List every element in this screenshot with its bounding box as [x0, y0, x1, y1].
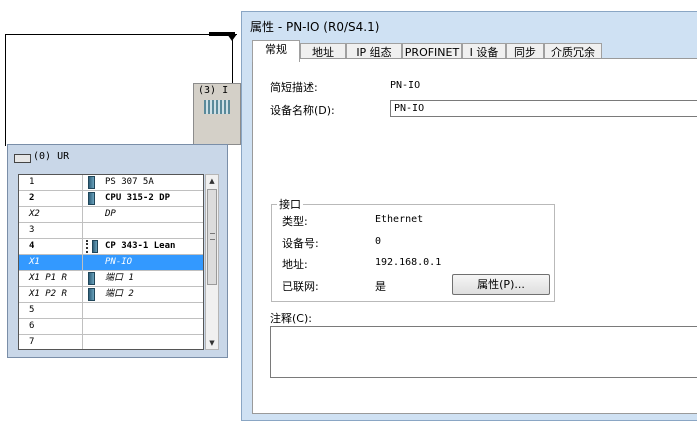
rack-module-cell: 端口 2	[83, 287, 203, 302]
rack-title: (0) UR	[33, 151, 70, 162]
module-icon	[88, 288, 95, 301]
rack-module-label: PN-IO	[105, 257, 133, 267]
rack-module-label: CPU 315-2 DP	[105, 193, 171, 203]
scroll-thumb[interactable]	[207, 189, 217, 285]
rack-slot-cell: 2	[19, 191, 83, 206]
rack-slot-cell: 5	[19, 303, 83, 318]
rack-slot-cell: 6	[19, 319, 83, 334]
rack-table[interactable]: 1 PS 307 5A 2 CPU 315-2 DP X2 DP 3 4 CP 343-1 Le…	[18, 174, 204, 350]
rack-slot-cell: 7	[19, 335, 83, 349]
rack-row[interactable]: 2 CPU 315-2 DP	[19, 191, 203, 207]
rack-row[interactable]: 1 PS 307 5A	[19, 175, 203, 191]
rack-slot-cell: X2	[19, 207, 83, 222]
rack-module-label: CP 343-1 Lean	[105, 241, 176, 251]
interface-group-title: 接口	[277, 196, 303, 212]
rack-scrollbar[interactable]: ▲ ▼	[205, 174, 219, 350]
rack-row[interactable]: X1 PN-IO	[19, 255, 203, 271]
rack-module-cell	[83, 335, 203, 349]
rack-slot-cell: 4	[19, 239, 83, 254]
rack-row[interactable]: X2 DP	[19, 207, 203, 223]
device-no-label: 设备号:	[282, 237, 319, 250]
type-value: Ethernet	[375, 214, 424, 225]
rack-module-cell: PN-IO	[83, 255, 203, 270]
rack-module-cell: CP 343-1 Lean	[83, 239, 203, 254]
rack-module-cell: CPU 315-2 DP	[83, 191, 203, 206]
rack-icon	[14, 154, 31, 163]
module-icon	[88, 272, 95, 285]
station-label: (3) I	[198, 85, 229, 96]
dialog-title: 属性 - PN-IO (R0/S4.1)	[250, 20, 380, 34]
network-line-vertical	[5, 34, 6, 146]
rack-module-label: DP	[105, 209, 116, 219]
short-desc-label: 简短描述:	[270, 81, 318, 94]
station-module-icon	[204, 100, 230, 114]
rack-row[interactable]: 5	[19, 303, 203, 319]
rack-module-label: PS 307 5A	[105, 177, 154, 187]
scroll-up-icon[interactable]: ▲	[206, 175, 218, 187]
module-icon	[88, 192, 95, 205]
rack-module-cell: 端口 1	[83, 271, 203, 286]
rack-row[interactable]: 3	[19, 223, 203, 239]
short-desc-value: PN-IO	[390, 80, 421, 91]
rack-module-label: 端口 2	[105, 289, 134, 299]
rack-slot-cell: X1 P2 R	[19, 287, 83, 302]
device-no-value: 0	[375, 236, 382, 247]
rack-slot-cell: X1 P1 R	[19, 271, 83, 286]
network-line	[5, 34, 237, 35]
address-label: 地址:	[282, 258, 308, 271]
rack-module-cell	[83, 319, 203, 334]
rack-module-label: 端口 1	[105, 273, 134, 283]
station-node[interactable]: (3) I	[193, 83, 241, 145]
device-name-field[interactable]: PN-IO	[390, 100, 697, 117]
rack-module-cell: PS 307 5A	[83, 175, 203, 190]
rack-row[interactable]: X1 P1 R 端口 1	[19, 271, 203, 287]
tab-item[interactable]: 常规	[252, 40, 300, 62]
comment-label: 注释(C):	[270, 312, 312, 325]
rack-window[interactable]: (0) UR 1 PS 307 5A 2 CPU 315-2 DP X2 DP 3 4 CP 3…	[7, 144, 228, 358]
type-label: 类型:	[282, 215, 308, 228]
comment-field[interactable]	[270, 326, 697, 378]
rack-slot-cell: 3	[19, 223, 83, 238]
rack-module-cell: DP	[83, 207, 203, 222]
rack-row[interactable]: 6	[19, 319, 203, 335]
grip-icon	[210, 233, 215, 240]
properties-button[interactable]: 属性(P)...	[452, 274, 550, 295]
networked-label: 已联网:	[282, 280, 319, 293]
device-name-label: 设备名称(D):	[270, 104, 335, 117]
module-icon	[88, 176, 95, 189]
rack-slot-cell: 1	[19, 175, 83, 190]
networked-value: 是	[375, 280, 386, 293]
rack-row[interactable]: 7	[19, 335, 203, 349]
rack-row[interactable]: 4 CP 343-1 Lean	[19, 239, 203, 255]
rack-slot-cell: X1	[19, 255, 83, 270]
network-drop-line	[232, 40, 233, 84]
scroll-down-icon[interactable]: ▼	[206, 337, 218, 349]
rack-module-cell	[83, 223, 203, 238]
module-icon	[86, 240, 98, 253]
address-value: 192.168.0.1	[375, 257, 442, 268]
rack-module-cell	[83, 303, 203, 318]
rack-row[interactable]: X1 P2 R 端口 2	[19, 287, 203, 303]
